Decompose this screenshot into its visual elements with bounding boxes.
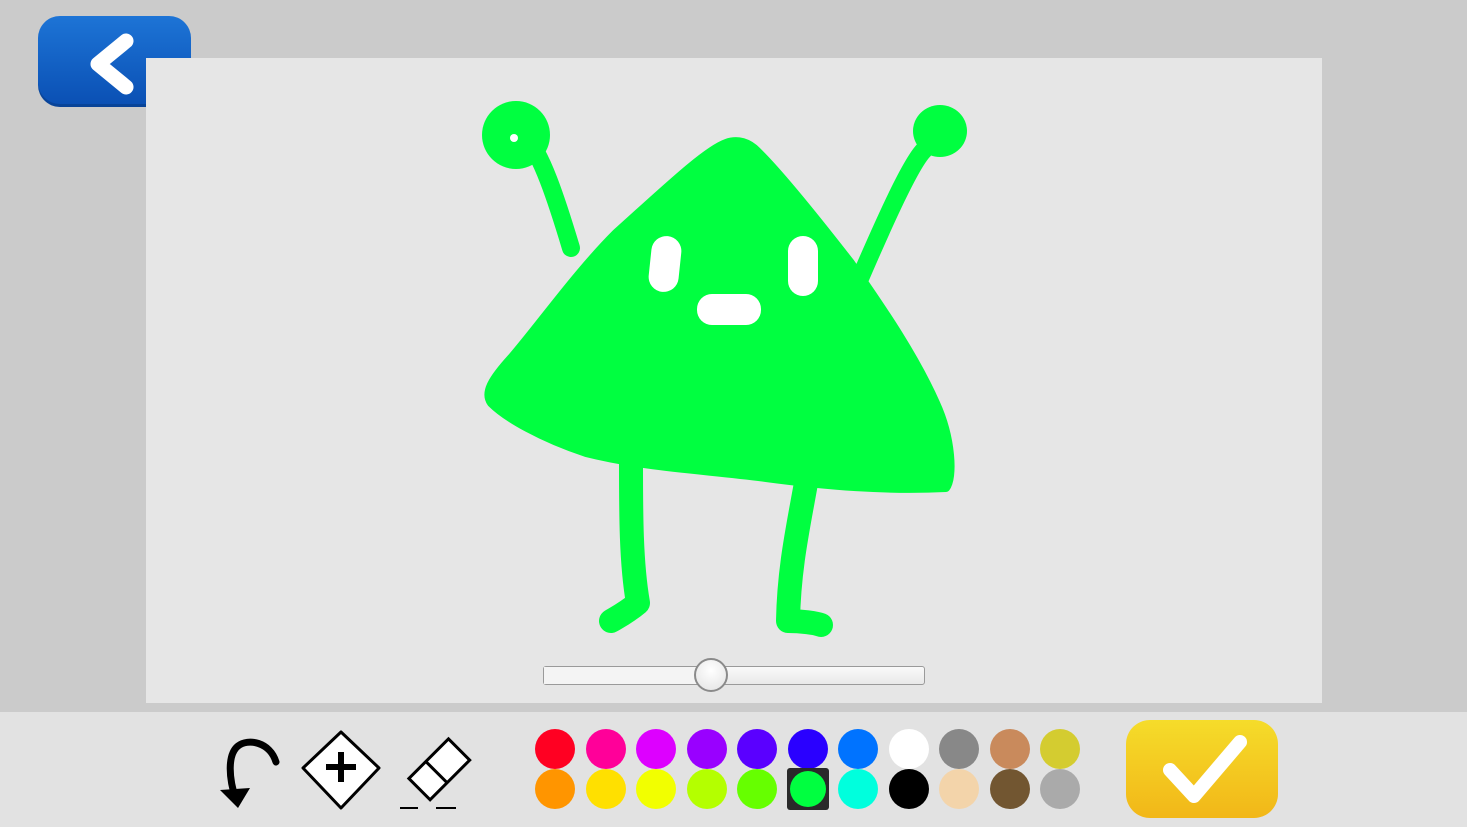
color-swatch-dot [636,769,676,809]
green-creature-drawing [482,101,967,637]
color-swatch[interactable] [989,728,1031,770]
color-swatch[interactable] [837,728,879,770]
color-palette [530,726,1090,816]
color-swatch-dot [989,769,1030,809]
color-swatch[interactable] [1039,768,1081,810]
color-swatch[interactable] [534,768,576,810]
color-swatch-dot [737,729,777,769]
color-swatch-dot [888,769,929,809]
color-swatch-dot [787,729,828,769]
color-swatch[interactable] [938,728,980,770]
eraser-icon [400,736,472,809]
brush-size-thumb[interactable] [694,658,729,692]
color-swatch-dot [686,769,727,809]
color-swatch[interactable] [635,768,677,810]
color-swatch[interactable] [736,768,778,810]
color-swatch-dot [585,729,626,769]
add-layer-icon [301,730,381,810]
color-swatch[interactable] [888,728,930,770]
undo-button[interactable] [198,728,282,812]
brush-size-fill [544,667,712,684]
color-swatch[interactable] [786,768,829,810]
color-swatch-dot [686,729,727,769]
color-swatch-dot [1040,729,1080,769]
color-swatch-dot [838,769,878,809]
color-swatch[interactable] [888,768,930,810]
color-swatch-dot [636,729,676,769]
color-swatch-dot [535,729,575,769]
color-swatch-dot [939,729,979,769]
color-swatch[interactable] [938,768,980,810]
eraser-button[interactable] [398,728,482,812]
color-swatch[interactable] [534,728,576,770]
color-swatch[interactable] [686,768,728,810]
color-swatch[interactable] [837,768,879,810]
color-swatch[interactable] [585,728,627,770]
drawing-canvas[interactable] [146,58,1322,703]
color-swatch[interactable] [989,768,1031,810]
color-swatch-dot [1040,769,1080,809]
color-swatch[interactable] [635,728,677,770]
color-swatch-dot [585,769,626,809]
color-swatch-dot [737,769,777,809]
color-swatch[interactable] [1039,728,1081,770]
color-swatch-dot [888,729,929,769]
color-swatch-dot [789,771,826,807]
undo-arrow-icon [220,738,280,808]
bottom-toolbar [0,712,1467,827]
confirm-button[interactable] [1126,720,1278,818]
color-swatch[interactable] [787,728,829,770]
checkmark-icon [1163,735,1247,803]
brush-size-slider[interactable] [543,658,925,692]
color-swatch-dot [535,769,575,809]
color-swatch-dot [939,769,979,809]
color-swatch[interactable] [585,768,627,810]
add-layer-button[interactable] [299,728,383,812]
color-swatch-dot [838,729,878,769]
color-swatch-dot [989,729,1030,769]
color-swatch[interactable] [686,728,728,770]
color-swatch[interactable] [736,728,778,770]
